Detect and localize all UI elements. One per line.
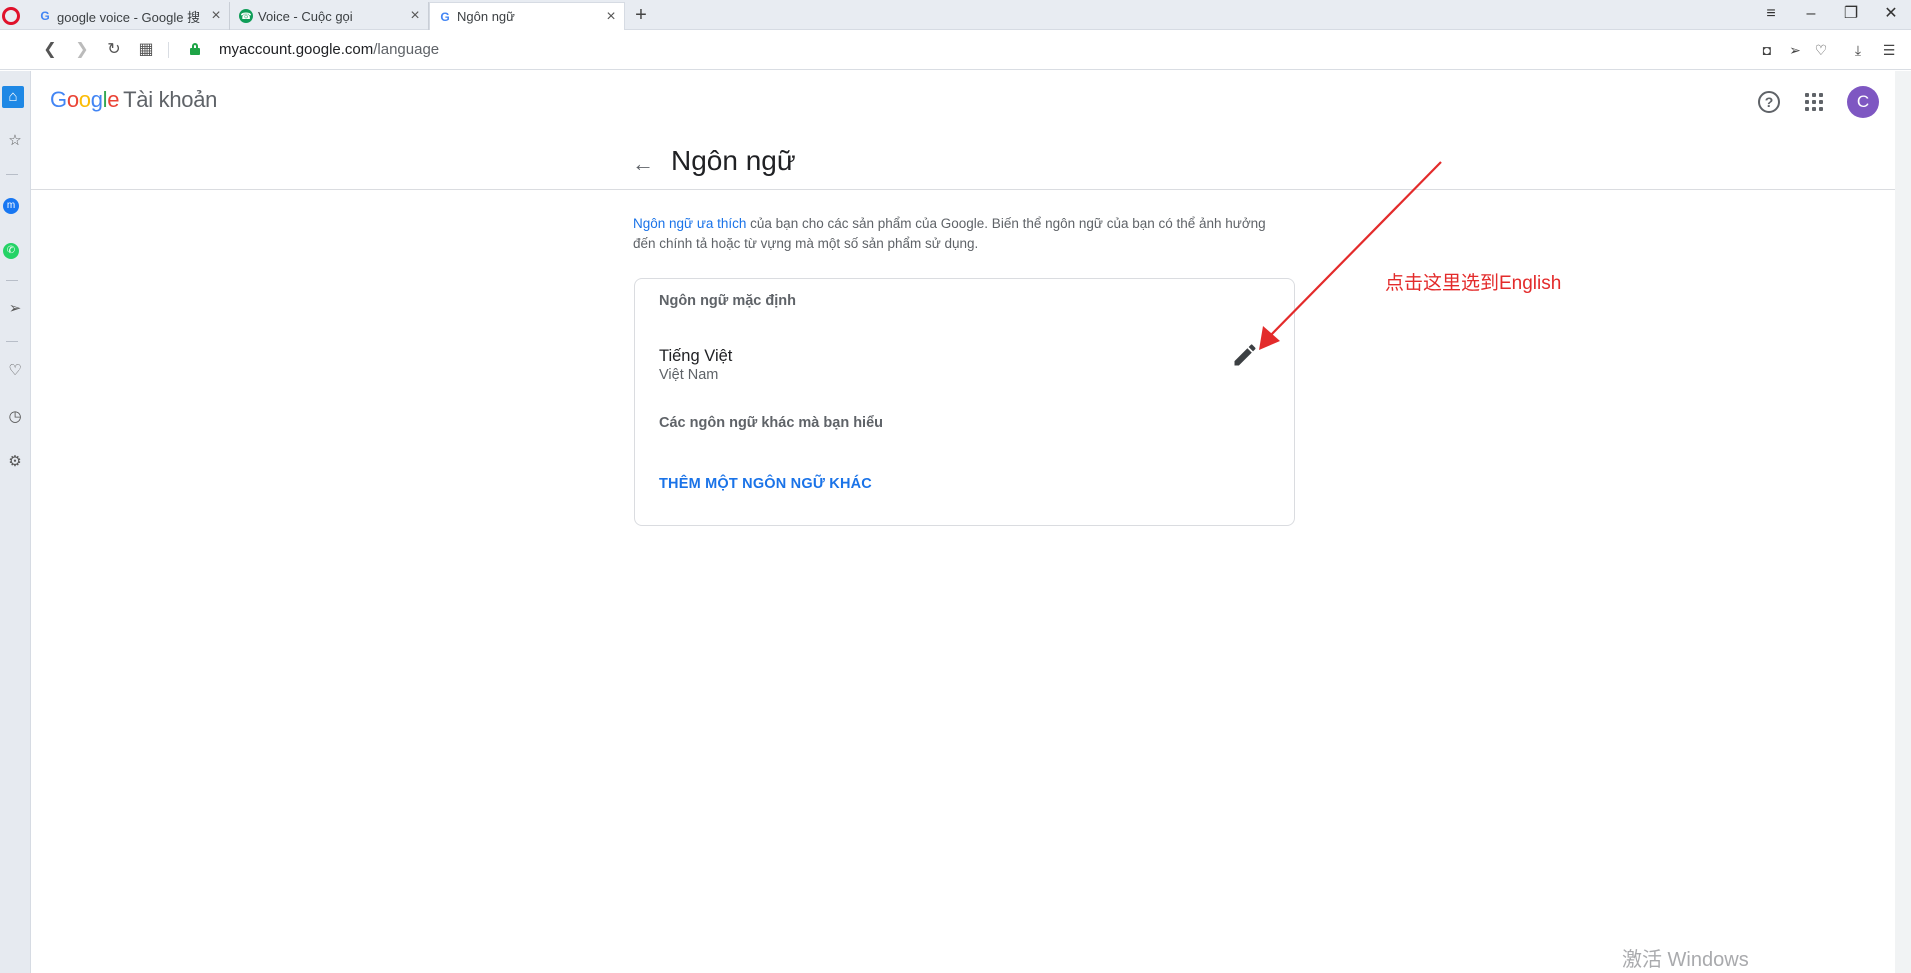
address-bar: ❮ ❯ ↻ ▦ myaccount.google.com/language ◘ …	[0, 30, 1911, 70]
forward-icon[interactable]: ❯	[72, 40, 92, 60]
page-content: Google Tài khoản ? C ← Ngôn ngữ Ngôn ngữ …	[31, 71, 1895, 973]
google-g-icon: G	[40, 9, 50, 23]
tab-strip: G google voice - Google 搜 × ☎ Voice - Cu…	[0, 0, 1911, 30]
tab-title: google voice - Google 搜	[57, 9, 201, 25]
sidebar-divider	[6, 280, 18, 281]
messenger-icon[interactable]: m	[3, 198, 19, 214]
reload-icon[interactable]: ↻	[104, 40, 124, 60]
restore-icon[interactable]: ❐	[1836, 2, 1866, 26]
url-host: myaccount.google.com	[219, 41, 374, 58]
url-field[interactable]: myaccount.google.com/language	[219, 41, 439, 58]
annotation-text: 点击这里选到English	[1385, 273, 1562, 294]
google-voice-icon: ☎	[239, 9, 253, 23]
easy-setup-icon[interactable]: ☰	[1879, 40, 1899, 60]
tab-title: Ngôn ngữ	[457, 9, 515, 24]
add-language-button[interactable]: THÊM MỘT NGÔN NGỮ KHÁC	[659, 476, 872, 492]
settings-icon[interactable]: ⚙	[4, 451, 26, 473]
scrollbar[interactable]	[1895, 71, 1911, 973]
tab-google-search[interactable]: G google voice - Google 搜 ×	[30, 2, 230, 30]
heart-icon[interactable]: ♡	[1811, 40, 1831, 60]
pencil-edit-icon[interactable]	[1231, 341, 1259, 369]
tab-close-icon[interactable]: ×	[406, 7, 424, 25]
tab-menu-icon[interactable]: ≡	[1756, 2, 1786, 26]
pin-icon[interactable]: ☆	[4, 130, 26, 152]
logo-subtitle: Tài khoản	[123, 87, 218, 112]
browser-sidebar: ⌂ ☆ m ✆ ➢ ♡ ◷ ⚙	[0, 71, 31, 973]
avatar[interactable]: C	[1847, 86, 1879, 118]
page-title: Ngôn ngữ	[671, 145, 796, 176]
home-icon[interactable]: ⌂	[2, 86, 24, 108]
history-icon[interactable]: ◷	[4, 406, 26, 428]
sidebar-divider	[6, 174, 18, 175]
logo-letter: o	[78, 87, 91, 112]
sidebar-divider	[6, 341, 18, 342]
heart-icon[interactable]: ♡	[4, 360, 26, 382]
back-icon[interactable]: ❮	[40, 40, 60, 60]
language-card: Ngôn ngữ mặc định Tiếng Việt Việt Nam Cá…	[634, 278, 1295, 526]
apps-grid-icon[interactable]	[1805, 93, 1823, 111]
lock-icon[interactable]	[190, 43, 200, 55]
windows-activation-watermark: 激活 Windows	[1622, 949, 1749, 971]
download-icon[interactable]: ⤓	[1848, 40, 1868, 60]
language-region: Việt Nam	[659, 367, 719, 383]
tab-close-icon[interactable]: ×	[602, 8, 620, 26]
help-icon[interactable]: ?	[1758, 91, 1780, 113]
send-icon[interactable]: ➢	[1785, 40, 1805, 60]
logo-letter: e	[107, 87, 120, 112]
google-account-logo[interactable]: Google Tài khoản	[50, 87, 217, 113]
language-name: Tiếng Việt	[659, 347, 733, 365]
back-arrow-icon[interactable]: ←	[631, 151, 655, 177]
url-path: /language	[373, 41, 440, 58]
google-g-icon: G	[440, 9, 450, 24]
preferred-language-link[interactable]: Ngôn ngữ ưa thích	[633, 216, 746, 231]
flow-icon[interactable]: ➢	[4, 298, 26, 320]
logo-letter: g	[90, 87, 103, 112]
minimize-icon[interactable]: –	[1796, 2, 1826, 26]
tab-close-icon[interactable]: ×	[207, 7, 225, 25]
speed-dial-icon[interactable]: ▦	[136, 40, 156, 60]
default-language-label: Ngôn ngữ mặc định	[659, 293, 796, 309]
logo-letter: o	[66, 87, 79, 112]
divider	[168, 42, 169, 58]
whatsapp-icon[interactable]: ✆	[3, 243, 19, 259]
logo-letter: G	[50, 87, 67, 112]
intro-text: Ngôn ngữ ưa thích của bạn cho các sản ph…	[633, 214, 1273, 254]
close-window-icon[interactable]: ✕	[1876, 2, 1906, 26]
tab-title: Voice - Cuộc gọi	[258, 8, 353, 24]
tab-voice[interactable]: ☎ Voice - Cuộc gọi ×	[231, 2, 429, 30]
snapshot-icon[interactable]: ◘	[1757, 40, 1777, 60]
header-divider	[31, 189, 1895, 190]
new-tab-button[interactable]: +	[630, 4, 652, 27]
tab-language[interactable]: G Ngôn ngữ ×	[429, 2, 625, 30]
other-languages-label: Các ngôn ngữ khác mà bạn hiểu	[659, 415, 884, 431]
opera-logo-icon[interactable]	[2, 7, 20, 25]
